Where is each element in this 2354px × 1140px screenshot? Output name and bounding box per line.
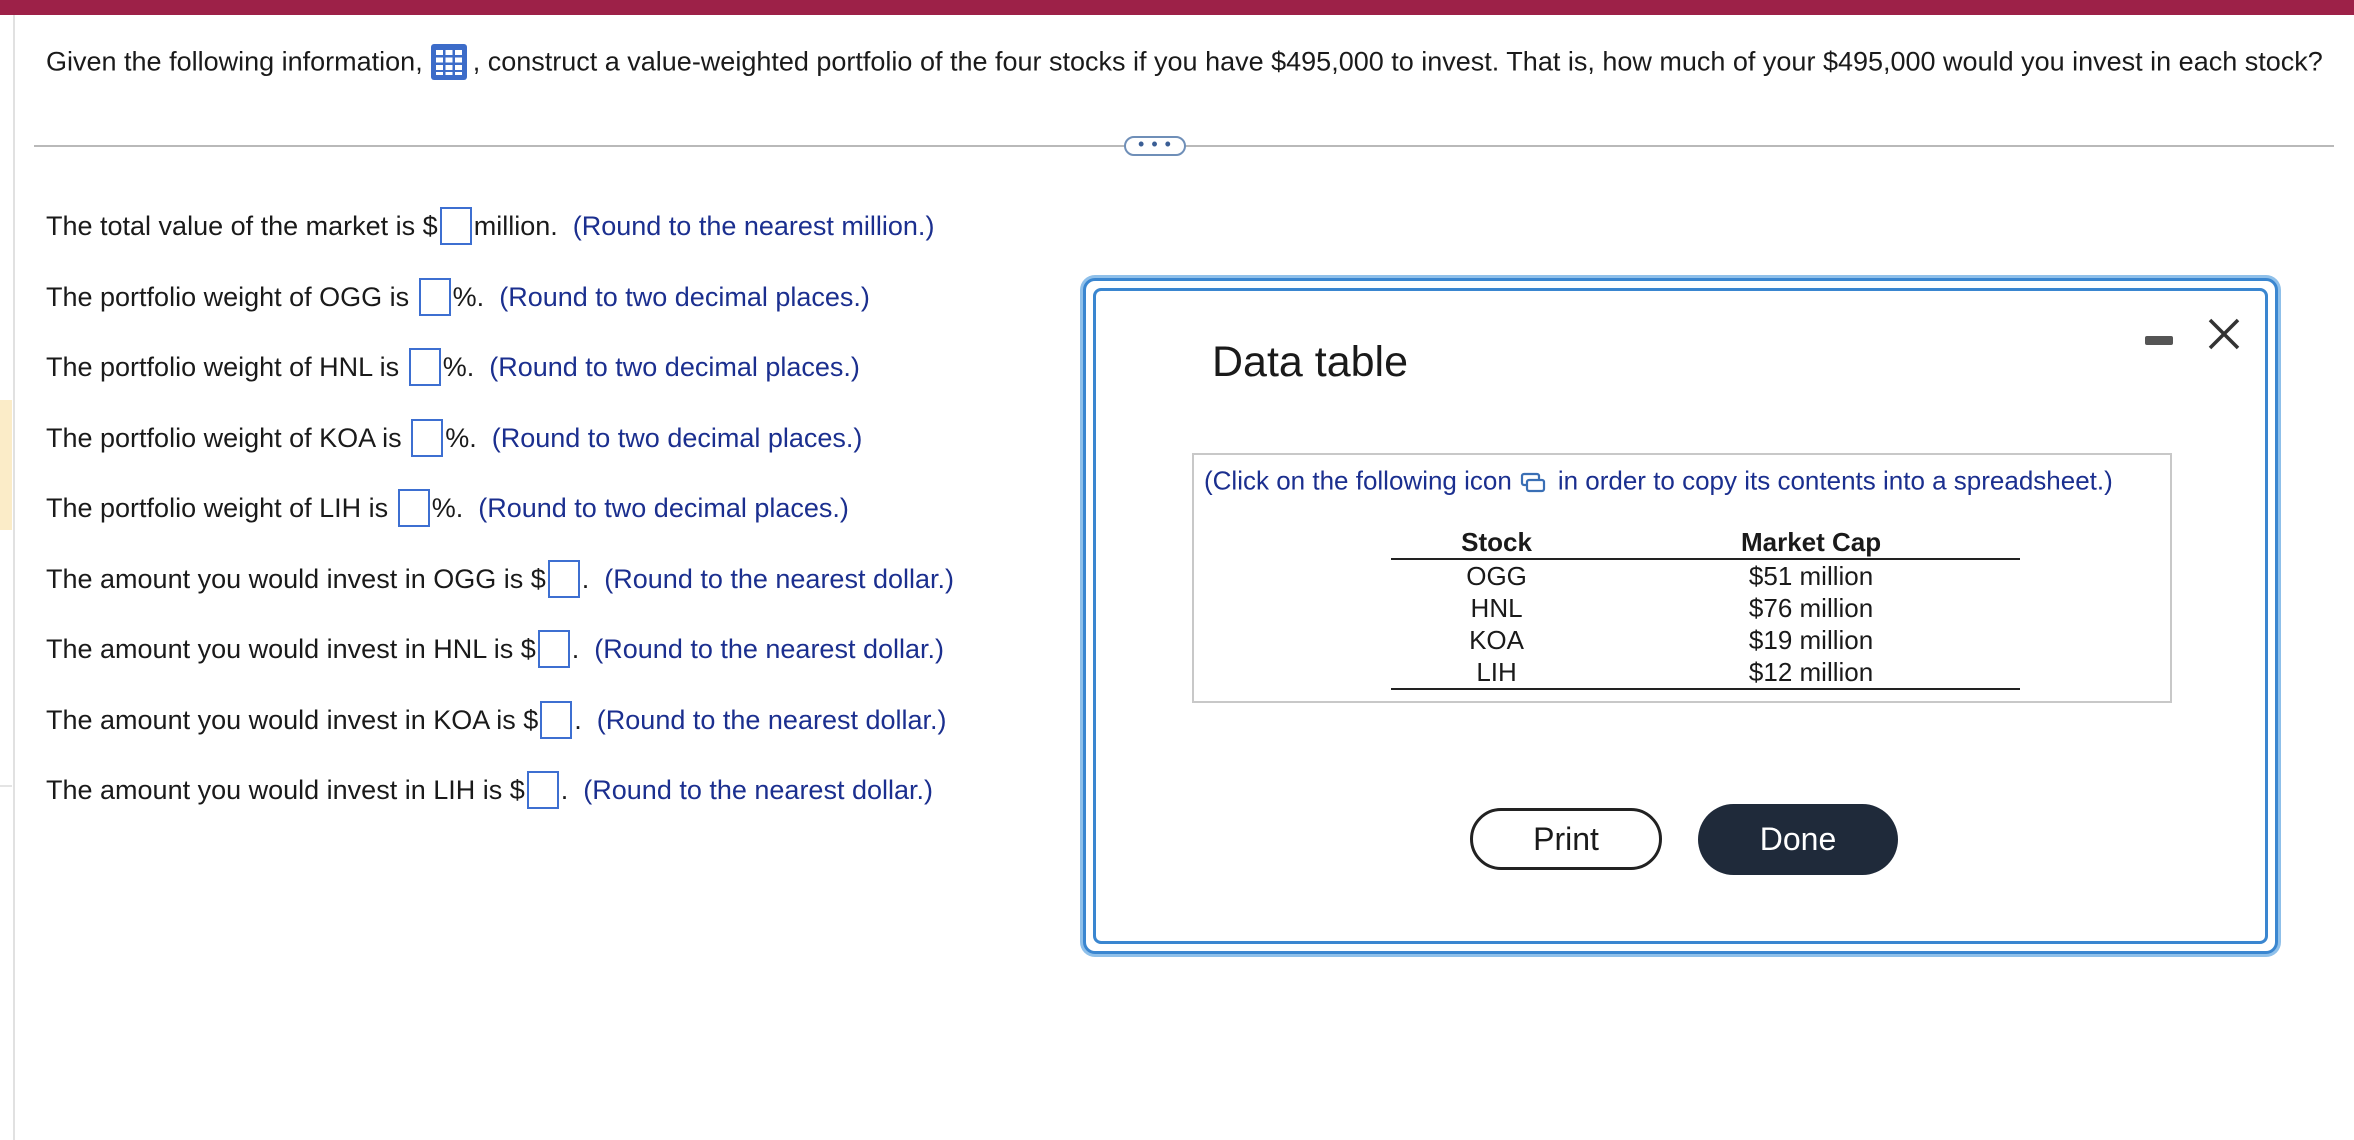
stock-cell: OGG [1466,561,1527,591]
stock-cell: HNL [1470,593,1523,623]
answer-row-weight-ogg: The portfolio weight of OGG is %. (Round… [46,275,870,316]
row-label: The portfolio weight of OGG is [46,281,410,312]
row-hint: (Round to the nearest million.) [572,210,935,241]
answer-row-weight-lih: The portfolio weight of LIH is %. (Round… [46,486,849,527]
invest-koa-input[interactable] [540,700,573,739]
row-after: million. [473,210,558,241]
row-hint: (Round to the nearest dollar.) [594,633,944,664]
answer-row-invest-lih: The amount you would invest in LIH is $.… [46,768,933,809]
data-table-grid-icon[interactable] [430,44,467,80]
stock-cell: KOA [1469,625,1525,655]
row-label: The portfolio weight of HNL is [46,351,400,382]
done-button[interactable]: Done [1698,804,1898,875]
row-after: . [571,633,580,664]
row-after: %. [442,351,475,382]
row-label: The amount you would invest in LIH is $ [46,774,525,805]
row-label: The amount you would invest in HNL is $ [46,633,536,664]
answer-row-market-total: The total value of the market is $ millio… [46,204,935,245]
market-cap-cell: $76 million [1748,593,1874,623]
question-text: Given the following information, , constr… [46,44,2323,80]
row-after: . [560,774,569,805]
row-hint: (Round to the nearest dollar.) [596,704,947,735]
market-cap-cell: $19 million [1748,625,1874,655]
market-cap-cell: $51 million [1748,561,1874,591]
copy-suffix: in order to copy its contents into a spr… [1557,465,2113,496]
row-label: The portfolio weight of KOA is [46,422,402,453]
weight-hnl-input[interactable] [408,347,441,386]
row-hint: (Round to the nearest dollar.) [583,774,933,805]
row-label: The portfolio weight of LIH is [46,492,389,523]
row-after: . [581,563,590,594]
answer-row-weight-koa: The portfolio weight of KOA is %. (Round… [46,416,863,457]
question-prefix: Given the following information, [46,46,423,77]
invest-hnl-input[interactable] [537,629,570,668]
stock-cell: LIH [1391,656,1603,690]
table-header-row: Stock Market Cap [1391,526,2020,560]
row-hint: (Round to two decimal places.) [499,281,870,312]
row-after: %. [452,281,485,312]
weight-lih-input[interactable] [397,488,430,527]
left-border-line [13,15,15,1140]
minimize-icon[interactable] [2145,336,2173,345]
invest-ogg-input[interactable] [547,559,580,598]
market-cap-cell: $12 million [1602,656,2020,690]
side-highlight-marker [0,400,12,530]
weight-koa-input[interactable] [411,418,444,457]
table-row: HNL $76 million [1391,592,2020,624]
column-header-market-cap: Market Cap [1602,526,2020,560]
answer-row-invest-ogg: The amount you would invest in OGG is $.… [46,557,954,598]
table-row: LIH $12 million [1391,656,2020,690]
row-hint: (Round to the nearest dollar.) [604,563,954,594]
row-hint: (Round to two decimal places.) [478,492,849,523]
question-suffix: , construct a value-weighted portfolio o… [472,46,2323,77]
invest-lih-input[interactable] [526,770,559,809]
row-hint: (Round to two decimal places.) [491,422,863,453]
answer-row-weight-hnl: The portfolio weight of HNL is %. (Round… [46,345,860,386]
market-total-input[interactable] [439,206,472,245]
answer-row-invest-hnl: The amount you would invest in HNL is $.… [46,627,944,668]
row-label: The amount you would invest in KOA is $ [46,704,539,735]
market-cap-table: Stock Market Cap OGG $51 million HNL $76… [1391,526,2020,690]
top-accent-bar [0,0,2354,15]
copy-instruction: (Click on the following icon in order to… [1204,464,2113,497]
dialog-title: Data table [1212,338,1409,386]
column-header-stock: Stock [1391,526,1603,560]
side-divider-tick [0,785,12,787]
row-after: . [574,704,582,735]
copy-spreadsheet-icon[interactable] [1520,468,1546,494]
copy-prefix: (Click on the following icon [1204,465,1512,496]
row-label: The amount you would invest in OGG is $ [46,563,546,594]
close-icon[interactable] [2204,314,2244,354]
row-after: %. [431,492,464,523]
row-after: %. [445,422,477,453]
table-row: KOA $19 million [1391,624,2020,656]
print-button[interactable]: Print [1470,808,1662,870]
weight-ogg-input[interactable] [418,277,451,316]
row-label: The total value of the market is $ [46,210,438,241]
row-hint: (Round to two decimal places.) [489,351,860,382]
table-row: OGG $51 million [1391,559,2020,592]
answer-row-invest-koa: The amount you would invest in KOA is $.… [46,698,947,739]
expand-more-button[interactable]: • • • [1124,135,1186,156]
